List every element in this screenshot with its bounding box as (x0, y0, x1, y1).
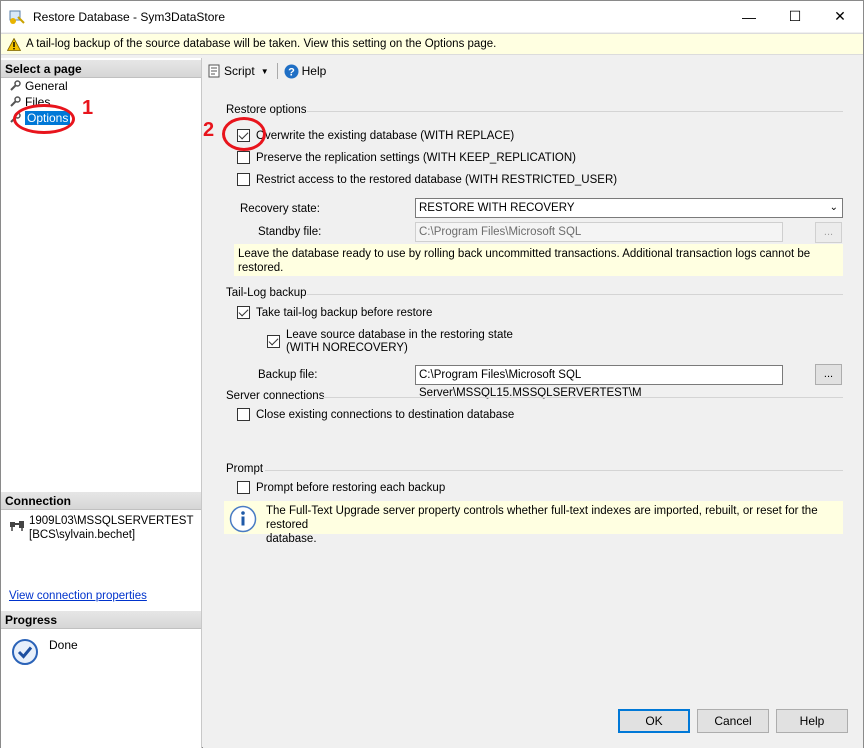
restrict-access-label: Restrict access to the restored database… (256, 173, 618, 186)
tail-log-header: Tail-Log backup (226, 287, 307, 299)
connection-user: [BCS\sylvain.bechet] (29, 529, 136, 541)
preserve-replication-checkbox[interactable] (237, 151, 250, 164)
leave-restoring-option[interactable]: Leave source database in the restoring s… (267, 329, 513, 355)
standby-file-input[interactable]: C:\Program Files\Microsoft SQL Server\MS… (415, 222, 783, 256)
backup-file-value: C:\Program Files\Microsoft SQL Server\MS… (419, 369, 642, 399)
take-tail-log-checkbox[interactable] (237, 306, 250, 319)
ssms-app-icon (9, 10, 25, 24)
connection-server: 1909L03\MSSQLSERVERTEST (29, 515, 194, 527)
connection-header: Connection (1, 492, 201, 510)
minimize-icon: — (742, 8, 756, 25)
toolbar: Script ▼ ? Help (203, 58, 863, 84)
prompt-divider (265, 470, 843, 471)
warning-text: A tail-log backup of the source database… (26, 38, 497, 50)
recovery-state-select[interactable]: RESTORE WITH RECOVERY ⌄ (415, 198, 843, 218)
options-page: Script ▼ ? Help Restore options Overwrit… (203, 58, 863, 748)
progress-header: Progress (1, 611, 201, 629)
left-pane: Select a page General Files Options Conn… (1, 58, 202, 748)
server-connection-icon (10, 521, 24, 531)
svg-text:?: ? (288, 66, 295, 78)
take-tail-log-label: Take tail-log backup before restore (256, 306, 433, 319)
prompt-before-option[interactable]: Prompt before restoring each backup (237, 481, 445, 494)
toolbar-separator (276, 63, 278, 79)
title-bar: Restore Database - Sym3DataStore — ☐ ✕ (1, 1, 863, 32)
window-title: Restore Database - Sym3DataStore (33, 9, 226, 24)
overwrite-option[interactable]: Overwrite the existing database (WITH RE… (237, 129, 514, 142)
restore-options-divider (307, 111, 843, 112)
annotation-circle-options (13, 104, 75, 134)
minimize-button[interactable]: — (726, 1, 772, 32)
wrench-icon (10, 80, 21, 91)
preserve-replication-option[interactable]: Preserve the replication settings (WITH … (237, 151, 576, 164)
restore-database-dialog: Restore Database - Sym3DataStore — ☐ ✕ A… (0, 0, 864, 748)
recovery-state-value: RESTORE WITH RECOVERY (419, 202, 575, 214)
select-page-header: Select a page (1, 60, 201, 78)
close-button[interactable]: ✕ (817, 1, 863, 32)
standby-browse-button[interactable]: ... (815, 222, 842, 243)
annotation-number-2: 2 (203, 119, 215, 141)
annotation-circle-overwrite (222, 117, 266, 151)
vertical-scrollbar[interactable] (857, 58, 863, 748)
restore-options-header: Restore options (226, 104, 307, 116)
script-label: Script (224, 64, 255, 78)
wrench-icon (10, 96, 21, 107)
leave-restoring-label-line1: Leave source database in the restoring s… (286, 329, 513, 341)
leave-restoring-checkbox[interactable] (267, 335, 280, 348)
overwrite-label: Overwrite the existing database (WITH RE… (256, 129, 515, 142)
view-connection-properties-link[interactable]: View connection properties (9, 590, 147, 602)
tail-log-warning-bar: A tail-log backup of the source database… (1, 33, 863, 55)
help-label: Help (301, 64, 327, 78)
close-connections-label: Close existing connections to destinatio… (256, 408, 515, 421)
take-tail-log-option[interactable]: Take tail-log backup before restore (237, 306, 432, 319)
connection-info: 1909L03\MSSQLSERVERTEST [BCS\sylvain.bec… (9, 514, 194, 542)
script-button[interactable]: Script ▼ (207, 64, 269, 78)
tail-log-divider (307, 294, 843, 295)
close-connections-checkbox[interactable] (237, 408, 250, 421)
progress-status-text: Done (49, 638, 78, 652)
ok-button[interactable]: OK (618, 709, 690, 733)
backup-file-label: Backup file: (258, 369, 318, 381)
restrict-access-option[interactable]: Restrict access to the restored database… (237, 173, 617, 186)
close-icon: ✕ (834, 8, 846, 24)
prompt-before-checkbox[interactable] (237, 481, 250, 494)
backup-file-input[interactable]: C:\Program Files\Microsoft SQL Server\MS… (415, 365, 783, 399)
chevron-down-icon: ⌄ (829, 202, 838, 213)
server-connections-divider (323, 397, 843, 398)
script-icon (208, 64, 220, 78)
warning-icon (7, 37, 21, 51)
server-connections-header: Server connections (226, 390, 325, 402)
close-connections-option[interactable]: Close existing connections to destinatio… (237, 408, 514, 421)
page-general[interactable]: General (9, 78, 68, 94)
backup-file-browse-button[interactable]: ... (815, 364, 842, 385)
prompt-header: Prompt (226, 463, 264, 475)
help-button[interactable]: Help (776, 709, 848, 733)
restrict-access-checkbox[interactable] (237, 173, 250, 186)
help-toolbar-button[interactable]: ? Help (284, 64, 327, 79)
cancel-button[interactable]: Cancel (697, 709, 769, 733)
preserve-replication-label: Preserve the replication settings (WITH … (256, 151, 576, 164)
page-label: General (25, 79, 68, 93)
script-dropdown-icon: ▼ (260, 66, 269, 76)
recovery-description: Leave the database ready to use by rolli… (234, 244, 843, 276)
maximize-button[interactable]: ☐ (772, 1, 818, 32)
fulltext-info-line2: database. (266, 533, 317, 545)
fulltext-info-band: The Full-Text Upgrade server property co… (224, 501, 843, 545)
maximize-icon: ☐ (788, 8, 802, 24)
fulltext-info-line1: The Full-Text Upgrade server property co… (266, 505, 818, 531)
help-icon: ? (284, 64, 299, 78)
leave-restoring-label-line2: (WITH NORECOVERY) (286, 342, 408, 354)
recovery-state-label: Recovery state: (240, 203, 320, 215)
prompt-before-label: Prompt before restoring each backup (256, 481, 446, 494)
info-icon (229, 505, 257, 533)
standby-file-label: Standby file: (258, 226, 322, 238)
done-check-icon (12, 639, 38, 665)
progress-status: Done (11, 638, 78, 666)
annotation-number-1: 1 (82, 97, 94, 119)
